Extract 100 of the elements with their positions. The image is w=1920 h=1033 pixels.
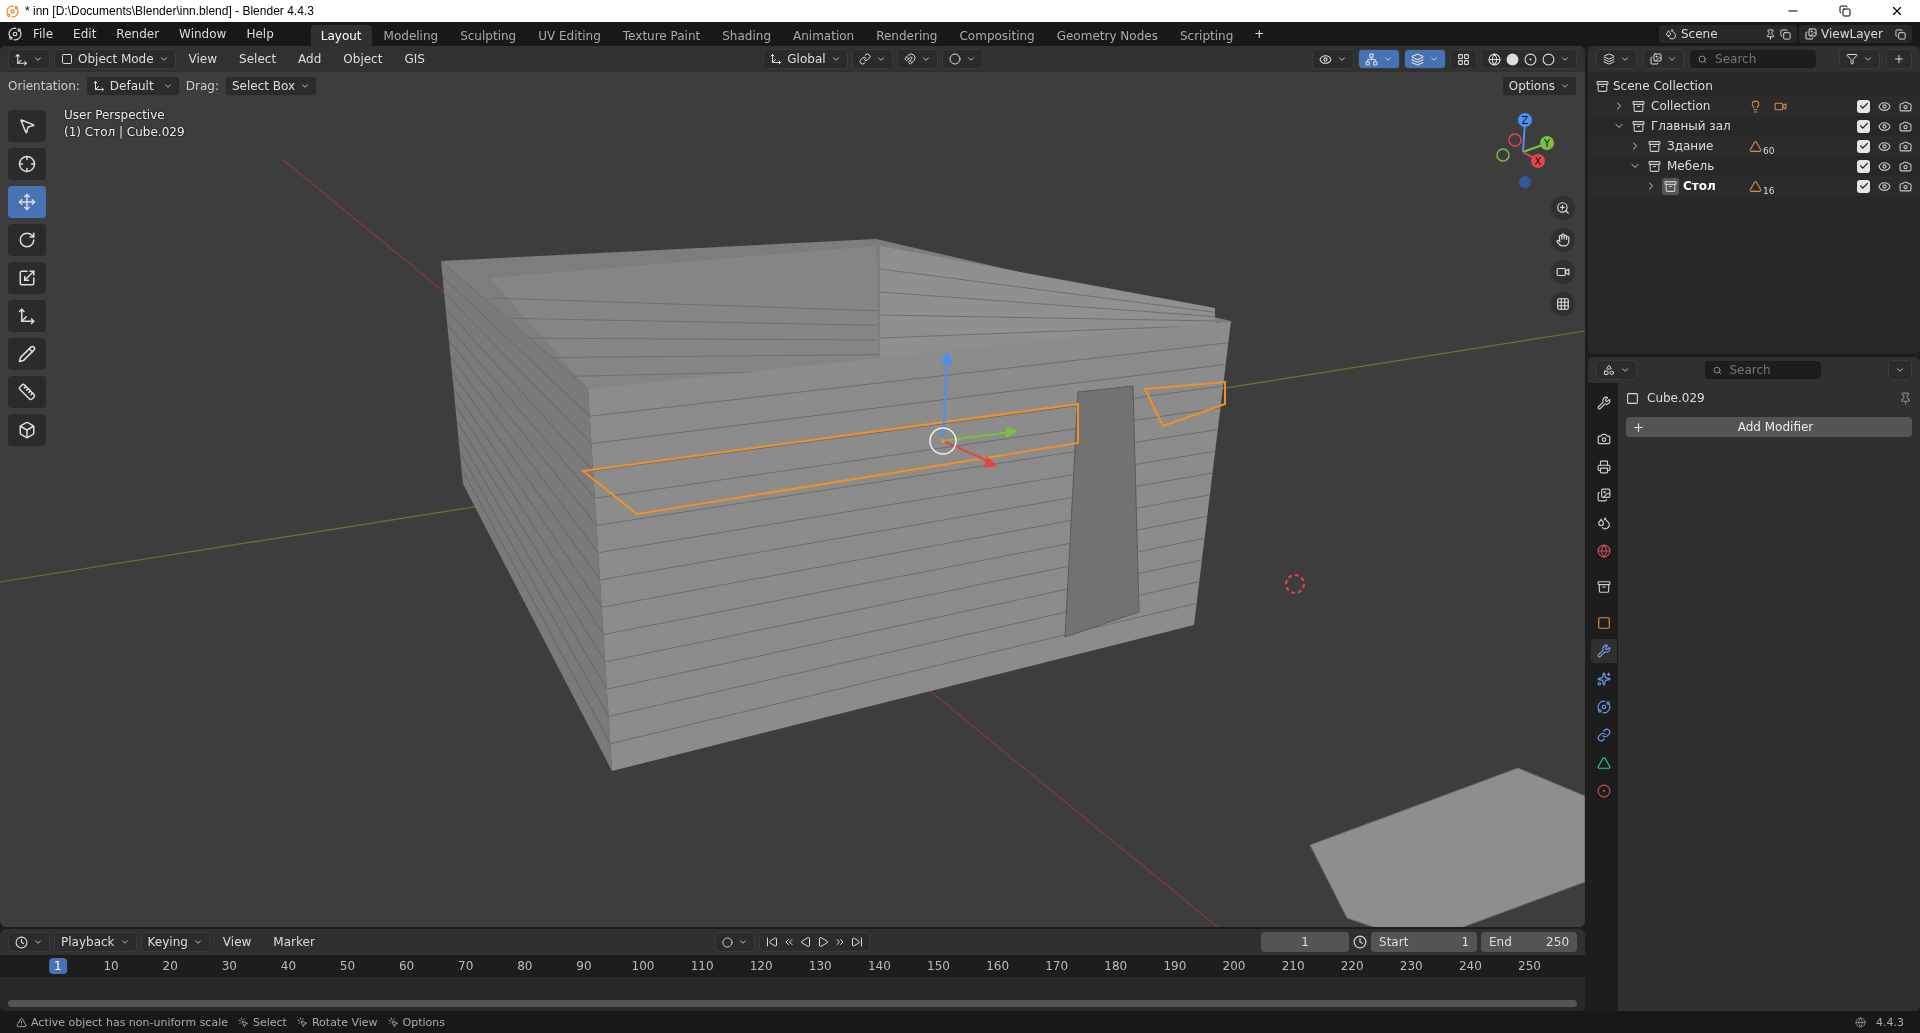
search-input[interactable]: Search [1713, 51, 1808, 67]
outliner-item[interactable]: Collection [1651, 99, 1745, 113]
view-layer-dropdown[interactable] [1643, 49, 1684, 69]
include-checkbox[interactable] [1857, 139, 1870, 153]
view-layer-selector[interactable]: ViewLayer [1799, 25, 1912, 43]
menu-dropdown[interactable]: Playback [54, 932, 137, 952]
scale-tool-button[interactable] [8, 262, 46, 294]
menu-item[interactable]: Marker [264, 932, 324, 952]
menu-item[interactable]: View [213, 932, 261, 952]
eye-icon[interactable] [1878, 179, 1891, 193]
pin-icon[interactable] [1899, 391, 1912, 405]
drag-dropdown[interactable]: Select Box [225, 76, 318, 96]
pan-button[interactable] [1551, 228, 1575, 252]
menu-item[interactable]: Object [334, 49, 392, 69]
gizmo-toggle[interactable] [1358, 49, 1400, 69]
grid-view-button[interactable] [1551, 292, 1575, 316]
workspace-tab[interactable]: Geometry Nodes [1046, 25, 1168, 47]
app-logo-icon[interactable] [8, 27, 22, 41]
camera-icon[interactable] [1899, 119, 1912, 133]
display-mode-dropdown[interactable] [1596, 49, 1637, 69]
new-collection-button[interactable] [1886, 49, 1912, 69]
menu-item[interactable]: Help [237, 24, 283, 44]
start-frame-field[interactable]: Start 1 [1371, 932, 1477, 952]
cursor-arrow-tool-button[interactable] [8, 110, 46, 142]
playback-controls[interactable] [758, 932, 870, 952]
xray-toggle[interactable] [1450, 49, 1477, 69]
cube-tool-button[interactable] [8, 414, 46, 446]
filter-dropdown[interactable] [1839, 49, 1880, 69]
pencil-tool-button[interactable] [8, 338, 46, 370]
orientation-dropdown[interactable]: Default [85, 76, 180, 96]
outliner-item[interactable]: Здание [1667, 139, 1745, 153]
camera-icon[interactable] [1899, 159, 1912, 173]
warning-icon [16, 1016, 27, 1028]
caret-icon [1863, 54, 1873, 64]
mode-dropdown[interactable]: Object Mode [54, 49, 176, 69]
workspace-tab[interactable]: UV Editing [528, 25, 611, 47]
editor-type-dropdown[interactable] [8, 932, 50, 952]
menu-item[interactable]: GIS [395, 49, 434, 69]
editor-type-dropdown[interactable] [8, 49, 50, 69]
overlay-toggle[interactable] [1404, 49, 1446, 69]
proportional-edit-dropdown[interactable] [941, 49, 983, 69]
snap-dropdown[interactable] [896, 49, 938, 69]
current-frame-field[interactable]: 1 [1261, 932, 1349, 952]
options-dropdown[interactable]: Options [1501, 76, 1577, 96]
menu-item[interactable]: Edit [64, 24, 106, 44]
camera-icon[interactable] [1899, 179, 1912, 193]
end-frame-field[interactable]: End 250 [1481, 932, 1577, 952]
menu-item[interactable]: File [24, 24, 63, 44]
move-tool-button[interactable] [8, 186, 46, 218]
search-input[interactable]: Search [1727, 362, 1813, 378]
menu-item[interactable]: Render [107, 24, 169, 44]
crosshair-tool-button[interactable] [8, 148, 46, 180]
include-checkbox[interactable] [1857, 119, 1870, 133]
outliner-item[interactable]: Главный зал [1651, 119, 1745, 133]
search-field[interactable]: Search [1704, 361, 1821, 379]
camera-icon[interactable] [1899, 99, 1912, 113]
workspace-tab[interactable]: Rendering [866, 25, 948, 47]
modifiers-tab[interactable] [1591, 639, 1617, 663]
camera-view-button[interactable] [1551, 260, 1575, 284]
workspace-tab[interactable]: Animation [783, 25, 865, 47]
workspace-tab[interactable]: Shading [712, 25, 781, 47]
workspace-tab[interactable]: Modeling [373, 25, 449, 47]
include-checkbox[interactable] [1857, 159, 1870, 173]
auto-keying-toggle[interactable] [714, 932, 755, 952]
include-checkbox[interactable] [1857, 99, 1870, 113]
include-checkbox[interactable] [1857, 179, 1870, 193]
outliner-item[interactable]: Мебель [1667, 159, 1745, 173]
outliner-item[interactable]: Стол [1683, 179, 1745, 193]
playhead[interactable]: 1 [49, 958, 67, 974]
ruler-tool-button[interactable] [8, 376, 46, 408]
navigation-gizmo[interactable]: Z Y X [1495, 110, 1555, 190]
menu-item[interactable]: Add [289, 49, 331, 69]
editor-type-dropdown[interactable] [1596, 360, 1637, 380]
add-workspace-button[interactable]: + [1245, 24, 1274, 44]
menu-item[interactable]: Window [170, 24, 236, 44]
shading-mode-selector[interactable] [1481, 49, 1577, 69]
camera-icon[interactable] [1899, 139, 1912, 153]
eye-icon[interactable] [1878, 99, 1891, 113]
zoom-button[interactable] [1551, 196, 1575, 220]
transform-orientation-dropdown[interactable]: Global [763, 49, 848, 69]
search-field[interactable]: Search [1690, 50, 1816, 68]
menu-item[interactable]: View [179, 49, 227, 69]
outliner-item[interactable]: Scene Collection [1613, 79, 1733, 93]
scene-selector[interactable]: Scene [1659, 25, 1797, 43]
workspace-tab[interactable]: Sculpting [450, 25, 527, 47]
add-modifier-button[interactable]: Add Modifier [1626, 417, 1912, 437]
rotate-tool-button[interactable] [8, 224, 46, 256]
workspace-tab[interactable]: Texture Paint [612, 25, 711, 47]
eye-icon[interactable] [1878, 139, 1891, 153]
workspace-tab[interactable]: Scripting [1169, 25, 1244, 47]
eye-icon[interactable] [1878, 159, 1891, 173]
visibility-dropdown[interactable] [1312, 49, 1354, 69]
eye-icon[interactable] [1878, 119, 1891, 133]
workspace-tab[interactable]: Compositing [949, 25, 1045, 47]
pivot-dropdown[interactable] [851, 49, 893, 69]
workspace-tab[interactable]: Layout [310, 25, 372, 47]
transform-tool-button[interactable] [8, 300, 46, 332]
menu-dropdown[interactable]: Keying [140, 932, 210, 952]
menu-item[interactable]: Select [230, 49, 286, 69]
scrollbar[interactable] [8, 1000, 1577, 1007]
